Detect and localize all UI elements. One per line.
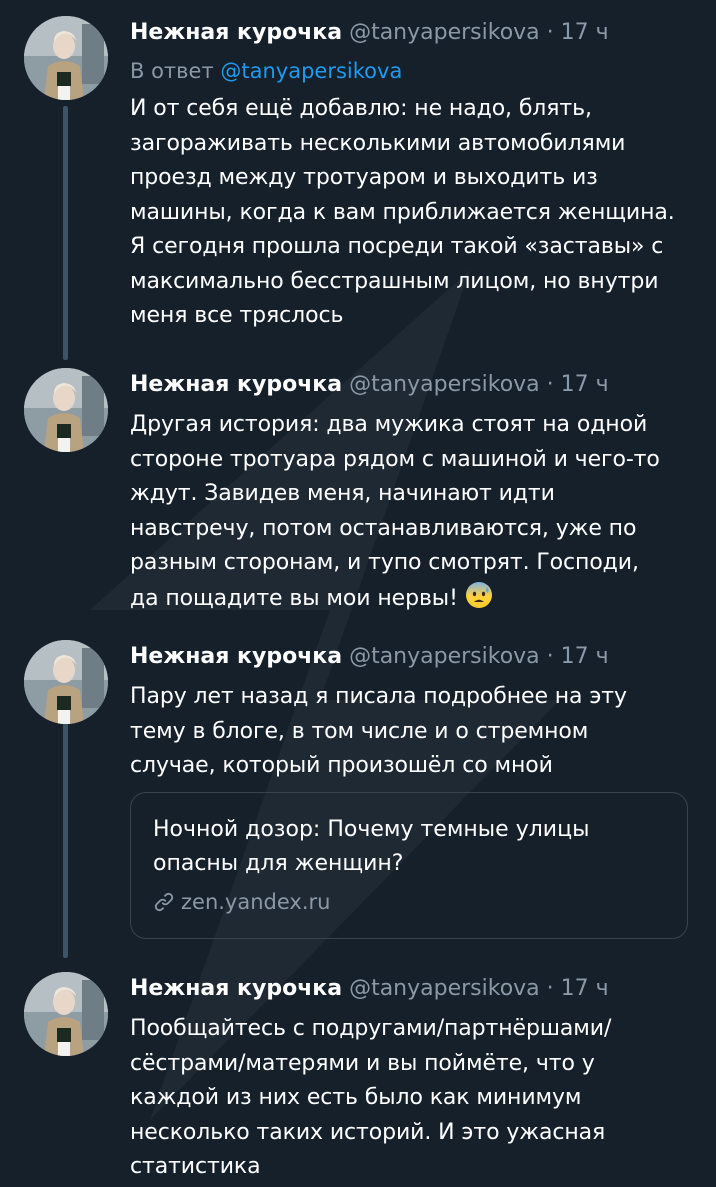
tweet-header: Нежная курочка @tanyapersikova · 17 ч: [130, 16, 696, 50]
avatar-photo-icon: [24, 368, 108, 452]
tweet[interactable]: Нежная курочка @tanyapersikova · 17 ч Др…: [0, 352, 716, 628]
tweet-header: Нежная курочка @tanyapersikova · 17 ч: [130, 640, 696, 674]
header-separator: ·: [546, 976, 554, 1001]
replying-mention-link[interactable]: @tanyapersikova: [220, 59, 402, 83]
header-separator: ·: [546, 20, 554, 45]
tweet-timestamp[interactable]: 17 ч: [561, 644, 609, 669]
header-separator: ·: [546, 644, 554, 669]
avatar[interactable]: [24, 368, 108, 452]
link-preview-card[interactable]: Ночной дозор: Почему темные улицы опасны…: [130, 792, 688, 939]
author-handle[interactable]: @tanyapersikova: [349, 976, 540, 1001]
tweet-timestamp[interactable]: 17 ч: [561, 372, 609, 397]
tweet[interactable]: Нежная курочка @tanyapersikova · 17 ч В …: [0, 0, 716, 356]
tweet[interactable]: Нежная курочка @tanyapersikova · 17 ч По…: [0, 956, 716, 1187]
card-domain-text: zen.yandex.ru: [181, 890, 331, 914]
author-name[interactable]: Нежная курочка: [130, 20, 342, 45]
tweet-header: Нежная курочка @tanyapersikova · 17 ч: [130, 972, 696, 1006]
tweet[interactable]: Нежная курочка @tanyapersikova · 17 ч Па…: [0, 624, 716, 958]
author-name[interactable]: Нежная курочка: [130, 372, 342, 397]
author-handle[interactable]: @tanyapersikova: [349, 644, 540, 669]
author-name[interactable]: Нежная курочка: [130, 644, 342, 669]
link-icon: [154, 892, 174, 912]
author-name[interactable]: Нежная курочка: [130, 976, 342, 1001]
replying-prefix: В ответ: [130, 59, 214, 83]
avatar-photo-icon: [24, 640, 108, 724]
avatar[interactable]: [24, 640, 108, 724]
avatar[interactable]: [24, 972, 108, 1056]
card-title: Ночной дозор: Почему темные улицы опасны…: [153, 817, 590, 876]
avatar[interactable]: [24, 16, 108, 100]
tweet-text: И от себя ещё добавлю: не надо, блять, з…: [130, 96, 675, 328]
author-handle[interactable]: @tanyapersikova: [349, 372, 540, 397]
tweet-text: Другая история: два мужика стоят на одно…: [130, 408, 696, 616]
avatar-photo-icon: [24, 972, 108, 1056]
tweet-text: Пообщайтесь с подругами/партнёршами/ сёс…: [130, 1016, 612, 1179]
card-domain: zen.yandex.ru: [153, 887, 330, 917]
avatar-photo-icon: [24, 16, 108, 100]
replying-to: В ответ @tanyapersikova: [130, 56, 696, 86]
anxious-sweat-face-emoji: [465, 581, 492, 608]
tweet-text: Пару лет назад я писала подробнее на эту…: [130, 684, 627, 778]
header-separator: ·: [546, 372, 554, 397]
author-handle[interactable]: @tanyapersikova: [349, 20, 540, 45]
tweet-timestamp[interactable]: 17 ч: [561, 20, 609, 45]
tweet-timestamp[interactable]: 17 ч: [561, 976, 609, 1001]
tweet-thread: Нежная курочка @tanyapersikova · 17 ч В …: [0, 0, 716, 1187]
tweet-text-body: Другая история: два мужика стоят на одно…: [130, 412, 660, 611]
tweet-header: Нежная курочка @tanyapersikova · 17 ч: [130, 368, 696, 402]
